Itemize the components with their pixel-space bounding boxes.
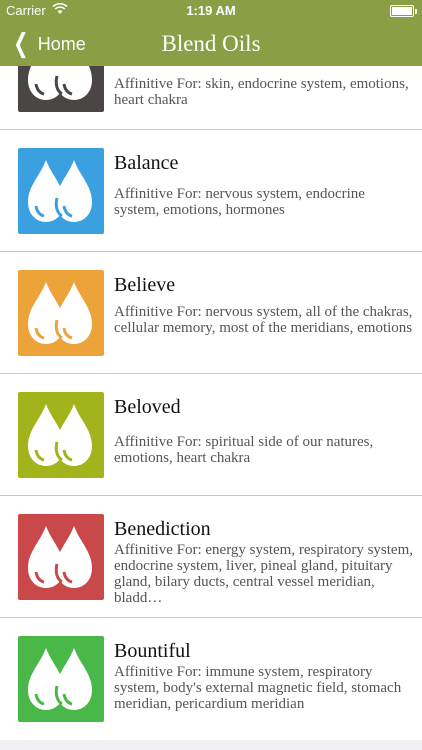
row-description: Affinitive For: nervous system, all of t… bbox=[114, 304, 413, 336]
list-item[interactable]: Benediction Affinitive For: energy syste… bbox=[0, 496, 422, 618]
page-title: Blend Oils bbox=[161, 31, 261, 56]
oil-drops-icon bbox=[18, 66, 104, 112]
row-description: Affinitive For: spiritual side of our na… bbox=[114, 434, 374, 466]
row-title: Benediction bbox=[114, 518, 211, 540]
row-description: Affinitive For: immune system, respirato… bbox=[114, 664, 402, 712]
list-item[interactable]: Affinitive For: skin, endocrine system, … bbox=[0, 66, 422, 130]
row-title: Balance bbox=[114, 152, 179, 174]
navigation-bar: ❮ Home Blend Oils bbox=[0, 22, 422, 66]
list-bottom-strip bbox=[0, 740, 422, 750]
oil-drops-icon bbox=[18, 392, 104, 478]
row-title: Bountiful bbox=[114, 640, 191, 662]
status-time: 1:19 AM bbox=[186, 3, 236, 18]
list-item[interactable]: Bountiful Affinitive For: immune system,… bbox=[0, 618, 422, 740]
list-item[interactable]: Believe Affinitive For: nervous system, … bbox=[0, 252, 422, 374]
row-description: Affinitive For: skin, endocrine system, … bbox=[114, 76, 409, 108]
battery-icon bbox=[390, 5, 417, 17]
row-description: Affinitive For: energy system, respirato… bbox=[114, 542, 413, 606]
list-item[interactable]: Beloved Affinitive For: spiritual side o… bbox=[0, 374, 422, 496]
oil-drops-icon bbox=[18, 148, 104, 234]
row-description: Affinitive For: nervous system, endocrin… bbox=[114, 186, 365, 218]
status-bar: Carrier 1:19 AM bbox=[0, 0, 422, 22]
row-title: Beloved bbox=[114, 396, 181, 418]
row-title: Believe bbox=[114, 274, 176, 296]
oil-drops-icon bbox=[18, 270, 104, 356]
oil-drops-icon bbox=[18, 514, 104, 600]
oil-drops-icon bbox=[18, 636, 104, 722]
blend-oils-list: Affinitive For: skin, endocrine system, … bbox=[0, 66, 422, 750]
list-item[interactable]: Balance Affinitive For: nervous system, … bbox=[0, 130, 422, 252]
